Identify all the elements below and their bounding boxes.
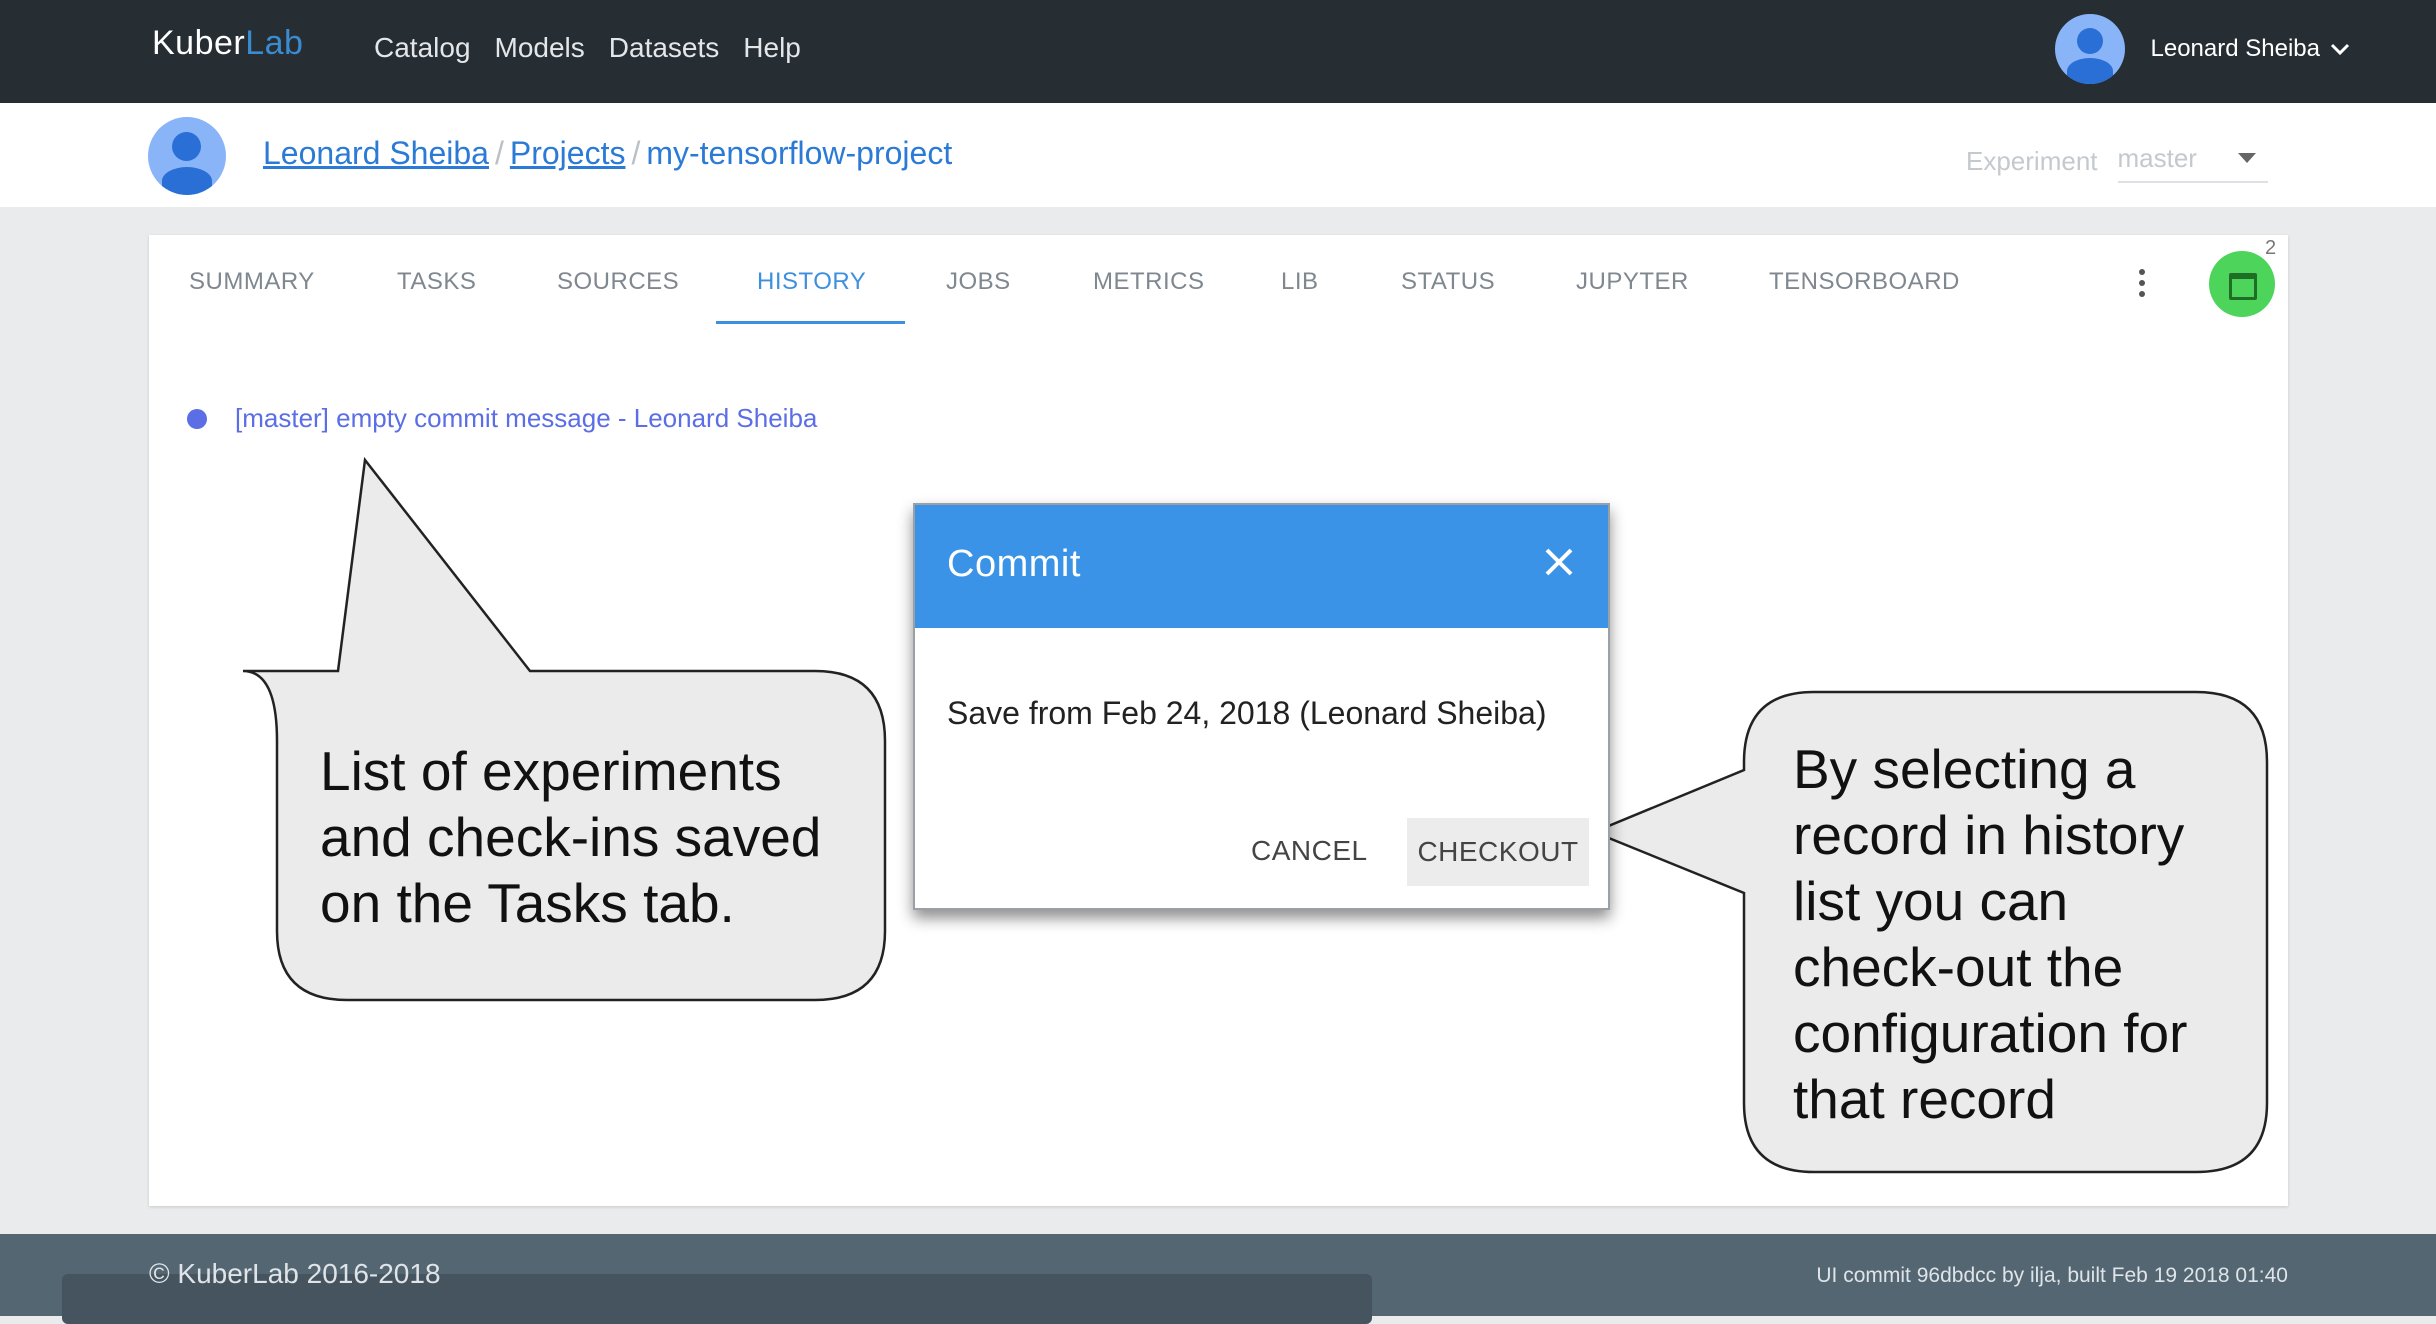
callout-line: check-out the: [1793, 936, 2124, 998]
callout-line: configuration for: [1793, 1002, 2188, 1064]
callout-line: list you can: [1793, 870, 2069, 932]
cancel-button[interactable]: CANCEL: [1251, 835, 1368, 867]
callout-line: List of experiments: [320, 740, 782, 802]
callout-line: and check-ins saved: [320, 806, 822, 868]
dialog-header: Commit: [915, 505, 1608, 628]
callout-line: that record: [1793, 1068, 2056, 1130]
dialog-message: Save from Feb 24, 2018 (Leonard Sheiba): [947, 695, 1547, 731]
copyright: © KuberLab 2016-2018: [149, 1258, 441, 1289]
close-icon[interactable]: [1544, 547, 1574, 577]
commit-dialog: Commit Save from Feb 24, 2018 (Leonard S…: [913, 503, 1610, 910]
right-callout-text: By selecting a record in history list yo…: [1793, 736, 2187, 1132]
dialog-title: Commit: [947, 543, 1081, 585]
checkout-button[interactable]: CHECKOUT: [1407, 818, 1589, 886]
left-callout-text: List of experiments and check-ins saved …: [320, 738, 821, 936]
callout-line: By selecting a: [1793, 738, 2136, 800]
footer: © KuberLab 2016-2018 UI commit 96dbdcc b…: [0, 1234, 2436, 1324]
callout-line: record in history: [1793, 804, 2185, 866]
callout-line: on the Tasks tab.: [320, 872, 735, 934]
build-info: UI commit 96dbdcc by ilja, built Feb 19 …: [1816, 1264, 2288, 1287]
